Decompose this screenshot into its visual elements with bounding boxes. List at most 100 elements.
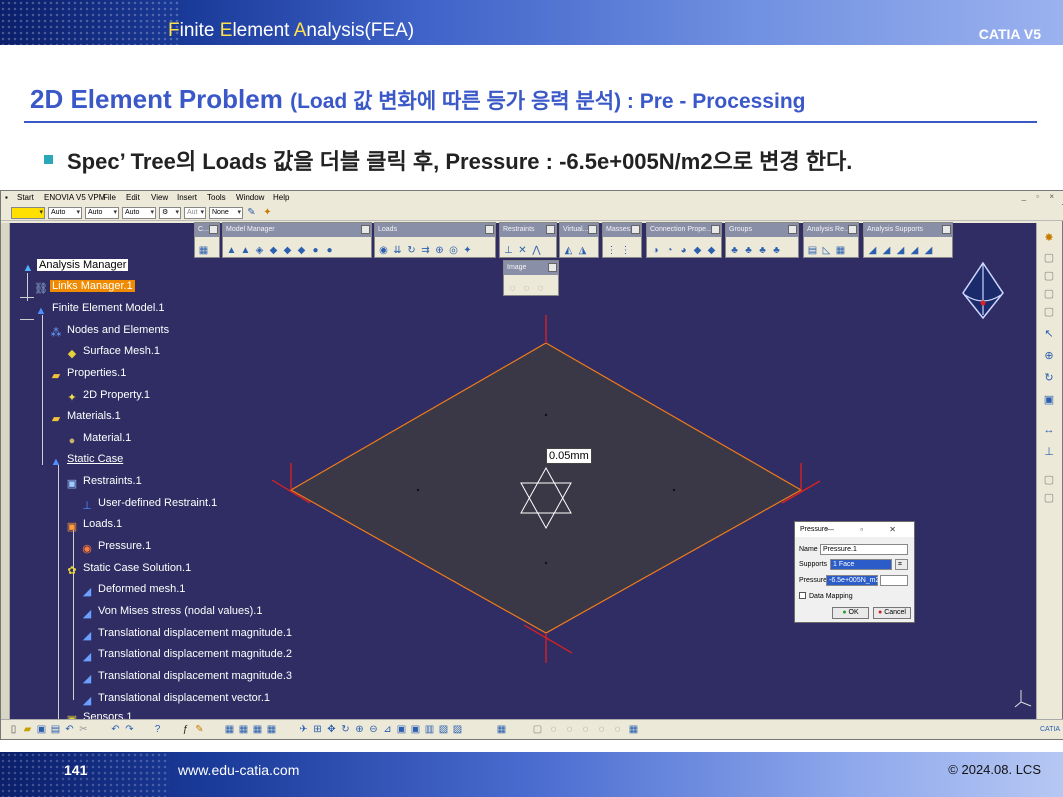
toolbar-analysis-supports[interactable]: Analysis Supports ◢ ◢ ◢ ◢ ◢ — [863, 222, 953, 258]
tree-node-restraints[interactable]: ▣ Restraints.1 — [65, 473, 144, 490]
load-icon[interactable]: ◎ — [447, 244, 460, 257]
close-icon[interactable] — [788, 225, 797, 234]
hide-icon[interactable]: ▥ — [423, 723, 436, 736]
toolbar-masses[interactable]: Masses ⋮ ⋮ — [602, 222, 642, 258]
disabled-icon[interactable]: ▢ — [1042, 491, 1056, 505]
property-icon[interactable]: ◆ — [267, 244, 280, 257]
disabled-icon[interactable]: ◌ — [579, 723, 592, 736]
toolbar-loads[interactable]: Loads ◉ ⇊ ↻ ⇉ ⊕ ◎ ✦ — [374, 222, 496, 258]
grid-icon[interactable]: ▦ — [197, 244, 210, 257]
zoom-out-icon[interactable]: ⊖ — [367, 723, 380, 736]
pressure-field-extension[interactable] — [880, 575, 908, 586]
group-icon[interactable]: ♣ — [770, 244, 783, 257]
menu-view[interactable]: View — [151, 193, 168, 202]
formula-icon[interactable]: ƒ — [179, 723, 192, 736]
image-icon[interactable]: ◌ — [534, 282, 547, 295]
close-icon[interactable] — [546, 225, 555, 234]
menu-help[interactable]: Help — [273, 193, 289, 202]
layer-combo[interactable]: None — [209, 207, 243, 219]
swap-icon[interactable]: ▧ — [437, 723, 450, 736]
rotate-icon[interactable]: ↻ — [339, 723, 352, 736]
tree-node-nodes-elements[interactable]: ⁂ Nodes and Elements — [49, 322, 171, 339]
report-icon[interactable]: ◺ — [820, 244, 833, 257]
point-combo[interactable]: Auto — [122, 207, 156, 219]
load-icon[interactable]: ⇊ — [391, 244, 404, 257]
pressure-field[interactable]: -6.5e+005N_m2 — [826, 575, 879, 586]
website-link[interactable]: www.edu-catia.com — [178, 762, 299, 778]
ok-button[interactable]: ● OK — [832, 607, 869, 619]
close-icon[interactable] — [485, 225, 494, 234]
save-icon[interactable]: ▣ — [35, 723, 48, 736]
tree-node-disp-mag-1[interactable]: ◢ Translational displacement magnitude.1 — [80, 625, 294, 642]
disabled-icon[interactable]: ▢ — [531, 723, 544, 736]
toolbar-virtual[interactable]: Virtual... ◭ ◮ — [559, 222, 599, 258]
connection-icon[interactable]: ◕ — [677, 244, 690, 257]
toolbar-image[interactable]: Image ◌ ◌ ◌ — [503, 260, 559, 296]
tree-node-sensors[interactable]: ▣Sensors.1 — [65, 709, 135, 719]
data-mapping-option[interactable]: Data Mapping — [799, 591, 853, 602]
mesh-icon[interactable]: ▲ — [225, 244, 238, 257]
undo-icon[interactable]: ↶ — [63, 723, 76, 736]
virtual-part-icon[interactable]: ◭ — [562, 244, 575, 257]
disabled-icon[interactable]: ▢ — [1042, 287, 1056, 301]
measure-icon[interactable]: ↔ — [1042, 423, 1056, 437]
linetype-combo[interactable]: Auto — [48, 207, 82, 219]
open-icon[interactable]: ▰ — [21, 723, 34, 736]
table-icon[interactable]: ▦ — [223, 723, 236, 736]
menu-window[interactable]: Window — [236, 193, 264, 202]
view-icon[interactable]: ▣ — [1042, 393, 1056, 407]
zoom-icon[interactable]: ⊕ — [1042, 349, 1056, 363]
close-icon[interactable] — [588, 225, 597, 234]
restraint-icon[interactable]: ⊥ — [502, 244, 515, 257]
catia-logo-icon[interactable]: ▪ — [5, 193, 8, 202]
toolbar-model-manager[interactable]: Model Manager ▲ ▲ ◈ ◆ ◆ ◆ ● ● — [222, 222, 372, 258]
name-field[interactable]: Pressure.1 — [820, 544, 908, 555]
tree-node-static-case[interactable]: ▲ Static Case — [49, 451, 125, 468]
tree-node-disp-mag-3[interactable]: ◢ Translational displacement magnitude.3 — [80, 668, 294, 685]
geometry-viewport[interactable]: ▲ Analysis Manager ⛓ Links Manager.1 ▲ Fini… — [10, 223, 1037, 719]
close-icon[interactable] — [548, 263, 557, 272]
image-icon[interactable]: ◌ — [506, 282, 519, 295]
toolbar-restraints[interactable]: Restraints ⊥ ✕ ⋀ — [499, 222, 557, 258]
connection-icon[interactable]: ◑ — [649, 244, 662, 257]
table-icon[interactable]: ▦ — [251, 723, 264, 736]
tree-node-disp-mag-2[interactable]: ◢ Translational displacement magnitude.2 — [80, 646, 294, 663]
dialog-window-controls[interactable]: — ▫ ✕ — [826, 522, 908, 537]
toolbar-analysis-results[interactable]: Analysis Re... ▤ ◺ ▦ — [803, 222, 859, 258]
support-icon[interactable]: ◢ — [922, 244, 935, 257]
tree-node-von-mises[interactable]: ◢ Von Mises stress (nodal values).1 — [80, 603, 264, 620]
properties-icon[interactable]: ✦ — [261, 206, 274, 219]
tree-node-surface-mesh[interactable]: ◆ Surface Mesh.1 — [65, 343, 162, 360]
menu-enovia[interactable]: ENOVIA V5 VPM — [44, 193, 105, 202]
mass-icon[interactable]: ⋮ — [619, 244, 632, 257]
table-icon[interactable]: ▦ — [237, 723, 250, 736]
mass-icon[interactable]: ⋮ — [605, 244, 618, 257]
print-icon[interactable]: ▤ — [49, 723, 62, 736]
check-icon[interactable]: ● — [323, 244, 336, 257]
paint-brush-icon[interactable]: ✎ — [245, 206, 258, 219]
report-icon[interactable]: ▦ — [834, 244, 847, 257]
load-icon[interactable]: ✦ — [461, 244, 474, 257]
toolbar-groups[interactable]: Groups ♣ ♣ ♣ ♣ — [725, 222, 799, 258]
tree-node-disp-vector[interactable]: ◢ Translational displacement vector.1 — [80, 690, 272, 707]
help-icon[interactable]: ? — [151, 723, 164, 736]
toolbar-connection-properties[interactable]: Connection Prope... ◑ ◔ ◕ ◆ ◆ — [646, 222, 722, 258]
support-icon[interactable]: ◢ — [866, 244, 879, 257]
report-icon[interactable]: ▤ — [806, 244, 819, 257]
tree-node-materials[interactable]: ▰ Materials.1 — [49, 408, 123, 425]
support-icon[interactable]: ◢ — [908, 244, 921, 257]
tree-node-properties[interactable]: ▰ Properties.1 — [49, 365, 128, 382]
group-icon[interactable]: ♣ — [728, 244, 741, 257]
tree-node-solution[interactable]: ✿ Static Case Solution.1 — [65, 560, 193, 577]
tree-icon[interactable]: ▦ — [495, 723, 508, 736]
group-icon[interactable]: ♣ — [742, 244, 755, 257]
disabled-icon[interactable]: ▢ — [1042, 473, 1056, 487]
property-icon[interactable]: ◆ — [295, 244, 308, 257]
disabled-icon[interactable]: ▢ — [1042, 305, 1056, 319]
restraint-icon[interactable]: ⋀ — [530, 244, 543, 257]
pan-icon[interactable]: ✥ — [325, 723, 338, 736]
views-icon[interactable]: ▣ — [395, 723, 408, 736]
comment-icon[interactable]: ✎ — [193, 723, 206, 736]
settings-icon[interactable]: ✸ — [1042, 231, 1056, 245]
image-icon[interactable]: ◌ — [520, 282, 533, 295]
